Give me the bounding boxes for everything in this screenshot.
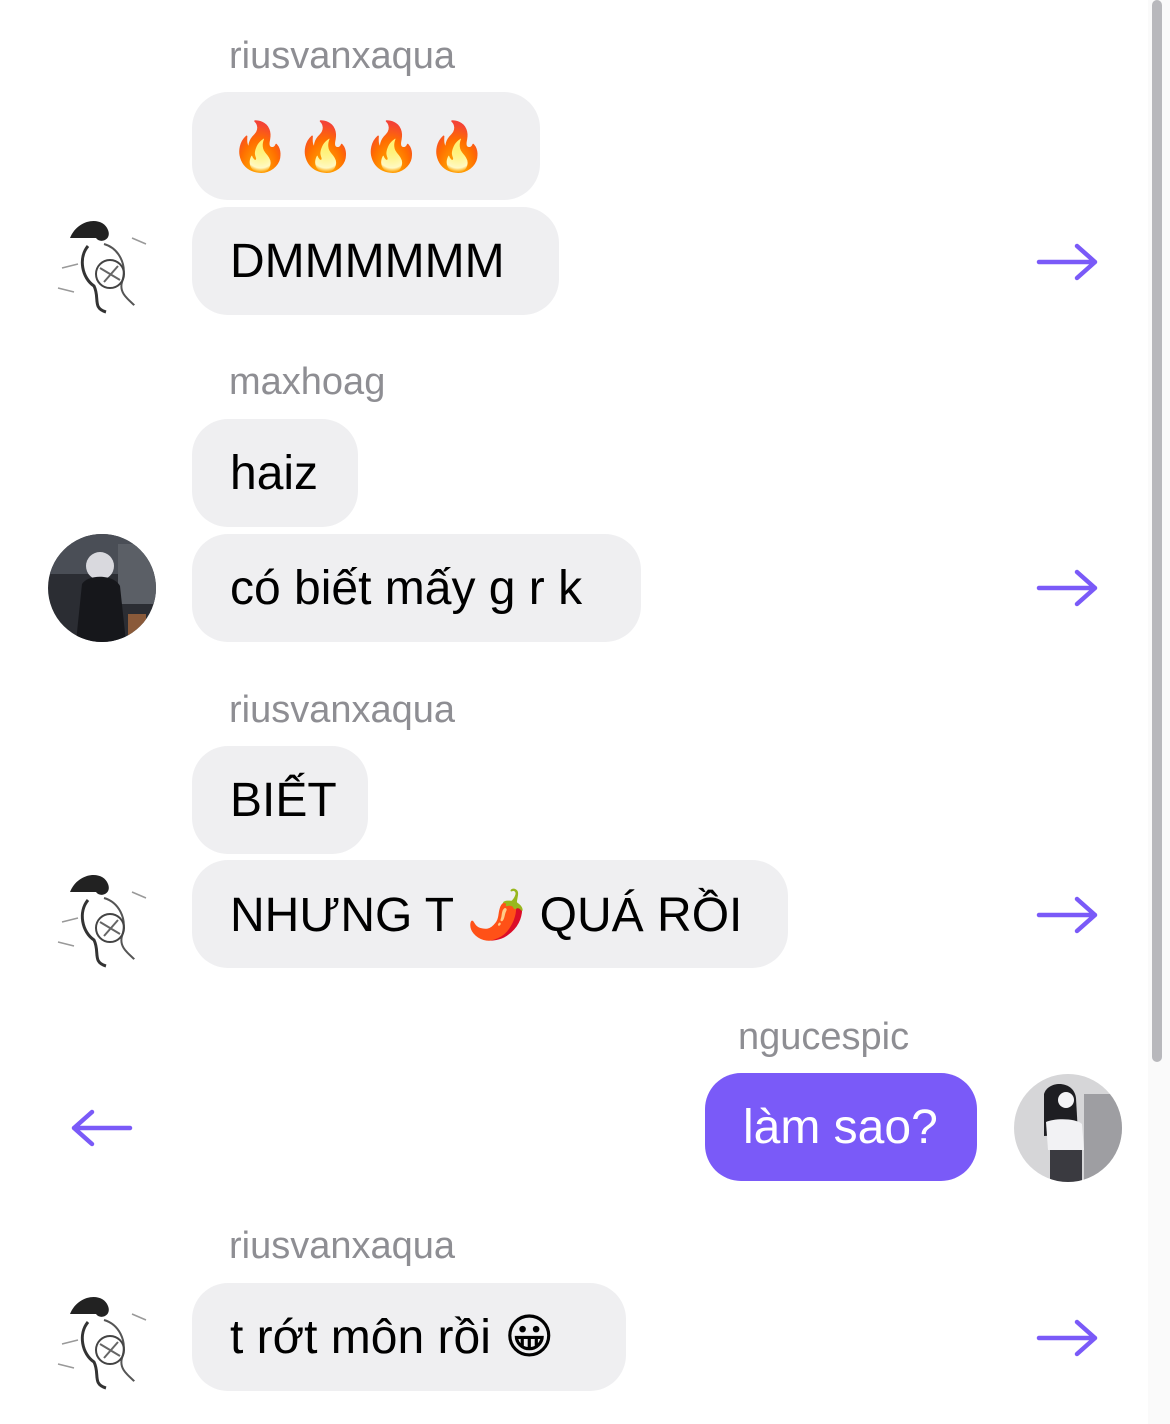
arrow-right-icon[interactable]: [1035, 1318, 1101, 1358]
message-text: làm sao?: [743, 1100, 938, 1154]
photo-avatar-icon: [1014, 1074, 1122, 1182]
arrow-left-icon[interactable]: [68, 1108, 134, 1148]
message-text: haiz: [230, 446, 319, 500]
sender-name: riusvanxaqua: [229, 35, 456, 77]
message-text: BIẾT: [230, 773, 337, 827]
message-bubble[interactable]: DMMMMMM: [192, 207, 559, 315]
outgoing-message-bubble[interactable]: làm sao?: [705, 1073, 977, 1181]
arrow-right-icon[interactable]: [1035, 242, 1101, 282]
message-bubble[interactable]: 🔥🔥🔥🔥: [192, 92, 540, 200]
message-bubble[interactable]: BIẾT: [192, 746, 368, 854]
avatar-ngucespic[interactable]: [1014, 1074, 1122, 1182]
avatar-riusvanxaqua[interactable]: [48, 1284, 156, 1392]
sender-name: riusvanxaqua: [229, 1225, 456, 1267]
scrollbar-thumb[interactable]: [1152, 0, 1162, 1062]
photo-avatar-icon: [48, 534, 156, 642]
sketch-avatar-icon: [48, 208, 156, 316]
message-bubble[interactable]: có biết mấy g r k: [192, 534, 641, 642]
message-text: có biết mấy g r k: [230, 561, 583, 615]
sketch-avatar-icon: [48, 862, 156, 970]
message-text: NHƯNG T 🌶️ QUÁ RỒI: [230, 888, 743, 942]
arrow-right-icon[interactable]: [1035, 568, 1101, 608]
avatar-riusvanxaqua[interactable]: [48, 208, 156, 316]
message-text: t rớt môn rồi 😀: [230, 1311, 555, 1364]
fire-emoji-text: 🔥🔥🔥🔥: [230, 120, 494, 174]
message-bubble[interactable]: haiz: [192, 419, 358, 527]
message-text: DMMMMMM: [230, 234, 505, 288]
sender-name: maxhoag: [229, 361, 386, 403]
sender-name: riusvanxaqua: [229, 689, 456, 731]
arrow-right-icon[interactable]: [1035, 895, 1101, 935]
sender-name: ngucespic: [738, 1016, 910, 1058]
message-bubble[interactable]: NHƯNG T 🌶️ QUÁ RỒI: [192, 860, 788, 968]
message-bubble[interactable]: t rớt môn rồi 😀: [192, 1283, 626, 1391]
avatar-riusvanxaqua[interactable]: [48, 862, 156, 970]
avatar-maxhoag[interactable]: [48, 534, 156, 642]
sketch-avatar-icon: [48, 1284, 156, 1392]
